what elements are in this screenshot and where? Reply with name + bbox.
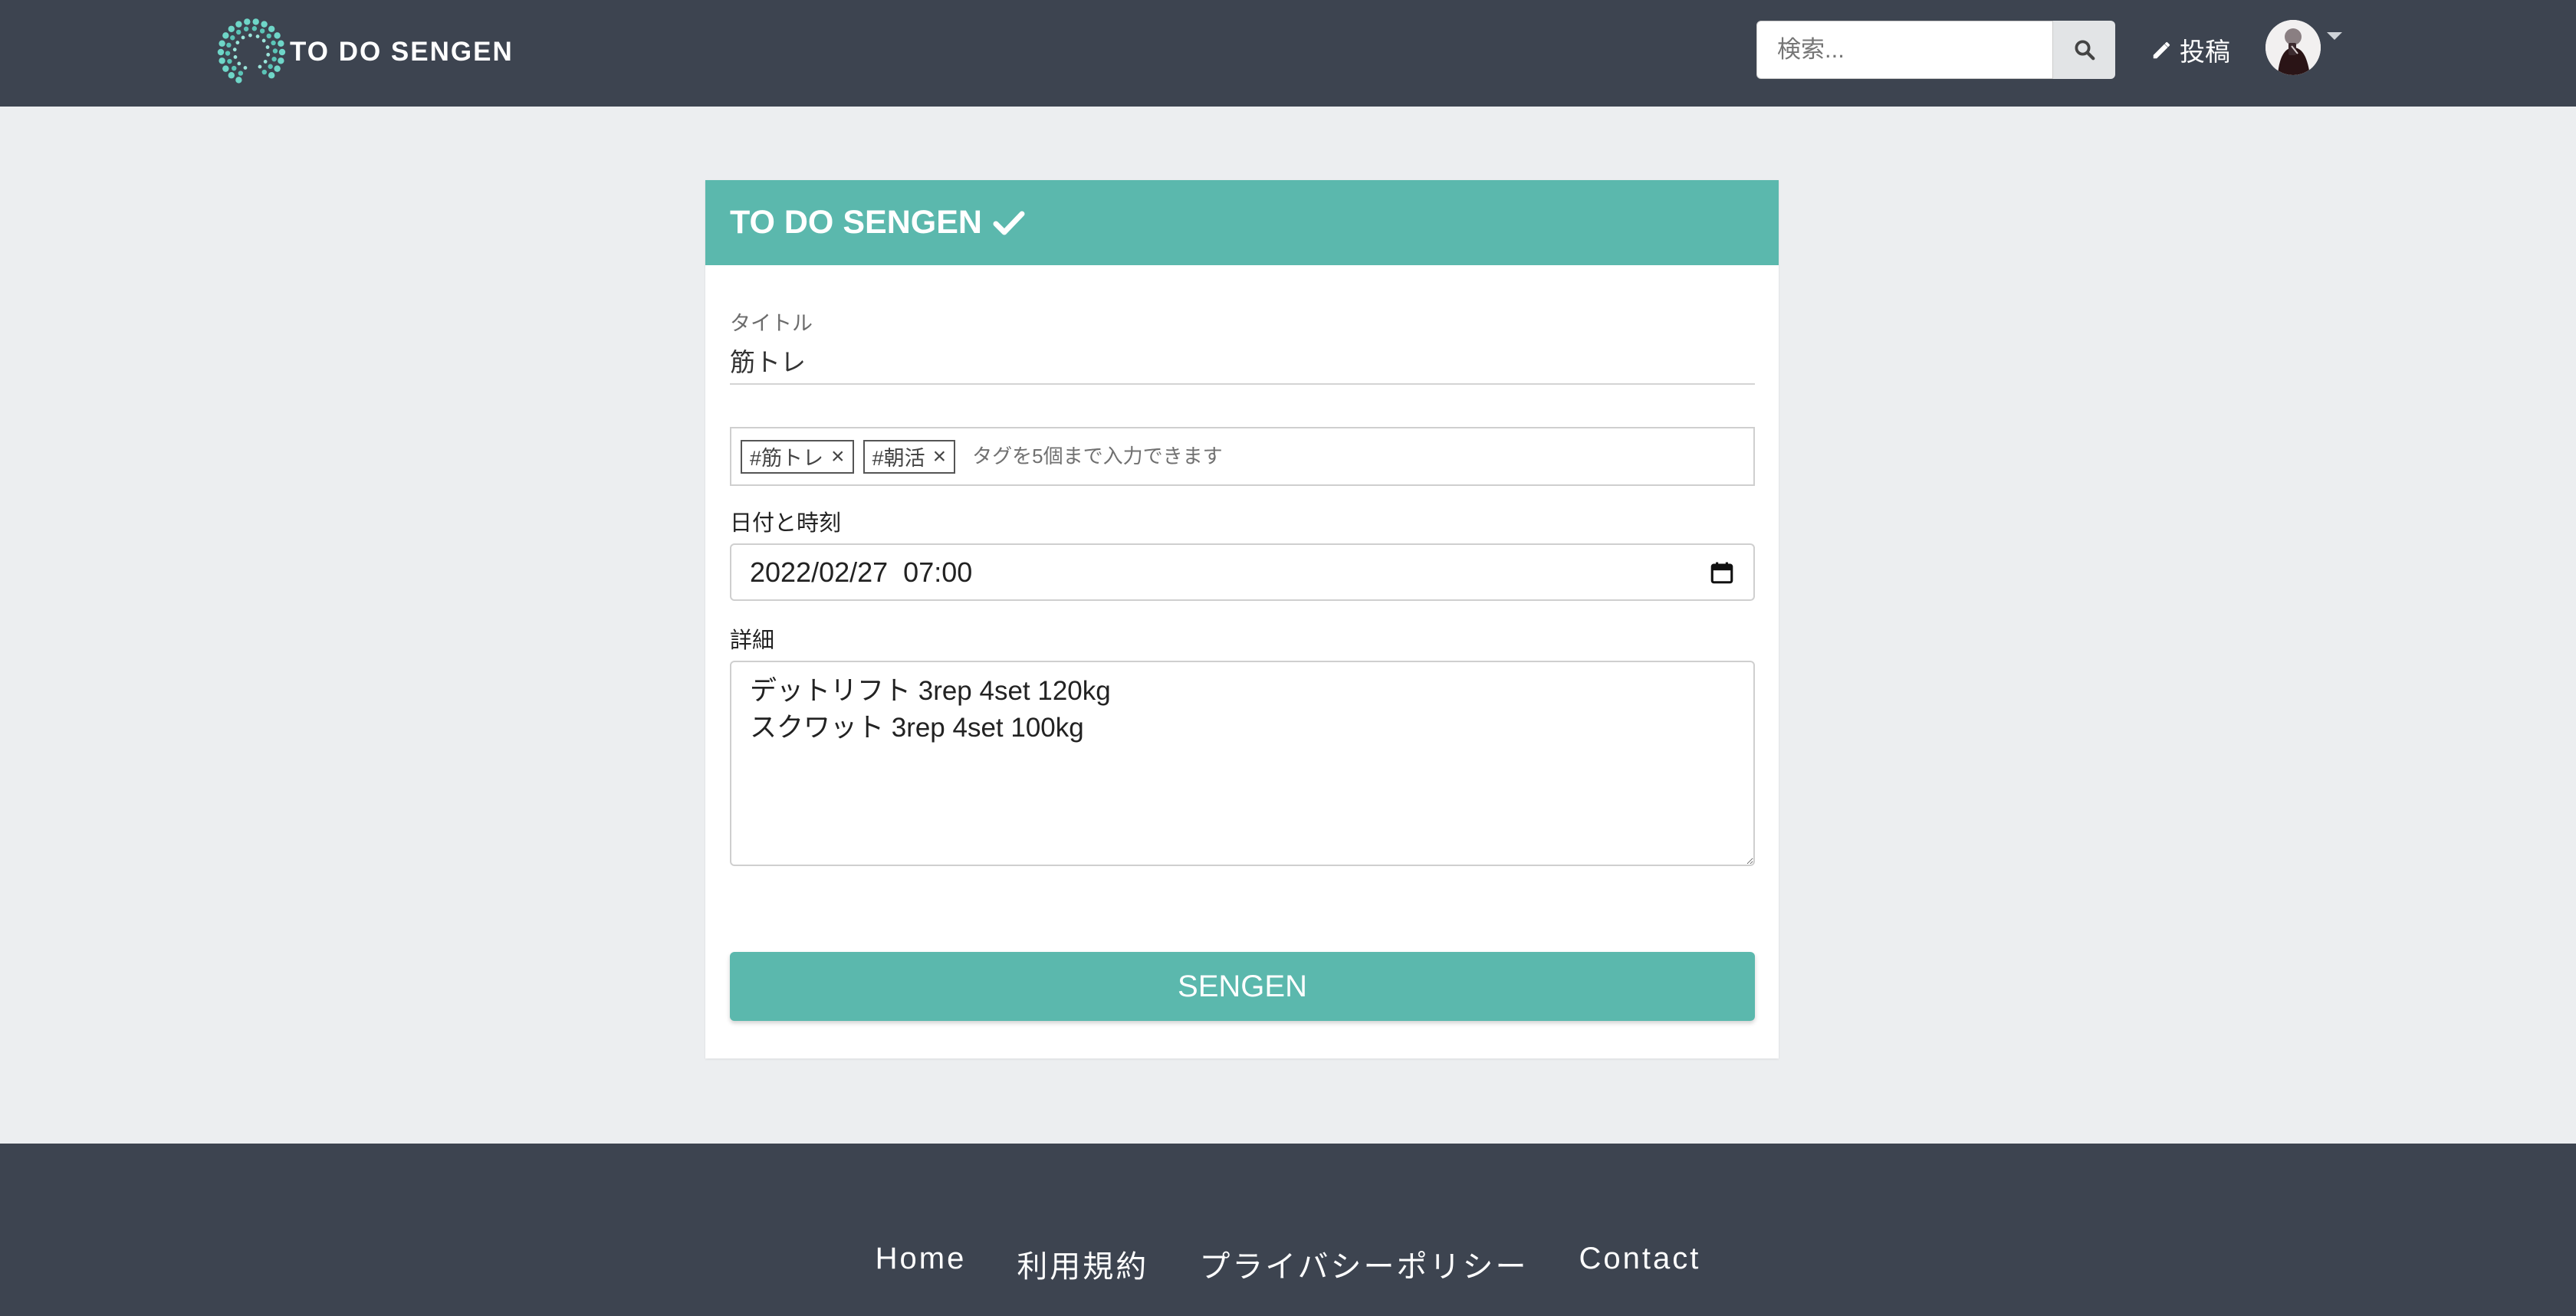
tag-input[interactable] <box>972 445 1433 468</box>
pencil-icon <box>2153 41 2170 59</box>
footer-link-privacy[interactable]: プライバシーポリシー <box>1199 1242 1528 1286</box>
brand-name: TO DO SENGEN <box>290 37 514 67</box>
datetime-value: 2022/02/27 07:00 <box>750 556 973 588</box>
check-icon <box>993 211 1025 235</box>
footer-link-contact[interactable]: Contact <box>1579 1242 1701 1286</box>
chevron-down-icon <box>2327 32 2342 40</box>
footer-nav: Home 利用規約 プライバシーポリシー Contact <box>0 1242 2576 1286</box>
details-label: 詳細 <box>730 628 775 653</box>
close-icon[interactable]: × <box>933 445 947 468</box>
footer: Home 利用規約 プライバシーポリシー Contact <box>0 1144 2576 1316</box>
footer-link-terms[interactable]: 利用規約 <box>1017 1242 1148 1286</box>
dotted-circle-logo-icon <box>217 18 286 84</box>
tag-chip: #筋トレ × <box>741 439 854 474</box>
card-title: TO DO SENGEN <box>730 204 982 241</box>
tag-chip: #朝活 × <box>863 439 956 474</box>
navbar: TO DO SENGEN 投稿 <box>0 0 2576 107</box>
card-header: TO DO SENGEN <box>705 180 1779 265</box>
post-label: 投稿 <box>2180 38 2230 66</box>
details-textarea[interactable]: デットリフト 3rep 4set 120kg スクワット 3rep 4set 1… <box>730 661 1755 866</box>
search-input[interactable] <box>1756 21 2053 79</box>
tag-input-box[interactable]: #筋トレ × #朝活 × <box>730 427 1755 486</box>
user-menu-toggle[interactable] <box>2266 19 2342 76</box>
footer-link-home[interactable]: Home <box>876 1242 967 1286</box>
tag-label: #筋トレ <box>750 447 824 470</box>
submit-button[interactable]: SENGEN <box>730 952 1755 1021</box>
datetime-label: 日付と時刻 <box>730 511 842 536</box>
calendar-icon[interactable] <box>1709 560 1735 586</box>
post-form-card: TO DO SENGEN タイトル #筋トレ × #朝活 × 日付と時刻 202… <box>705 180 1779 1058</box>
tag-label: #朝活 <box>872 447 925 470</box>
title-label: タイトル <box>730 312 813 335</box>
avatar <box>2266 20 2321 75</box>
brand-link[interactable]: TO DO SENGEN <box>215 14 514 90</box>
datetime-input[interactable]: 2022/02/27 07:00 <box>730 543 1755 601</box>
title-input[interactable] <box>730 337 1755 385</box>
search-button[interactable] <box>2053 21 2115 79</box>
search-icon <box>2075 40 2095 61</box>
post-link[interactable]: 投稿 <box>2150 31 2230 69</box>
close-icon[interactable]: × <box>831 445 845 468</box>
